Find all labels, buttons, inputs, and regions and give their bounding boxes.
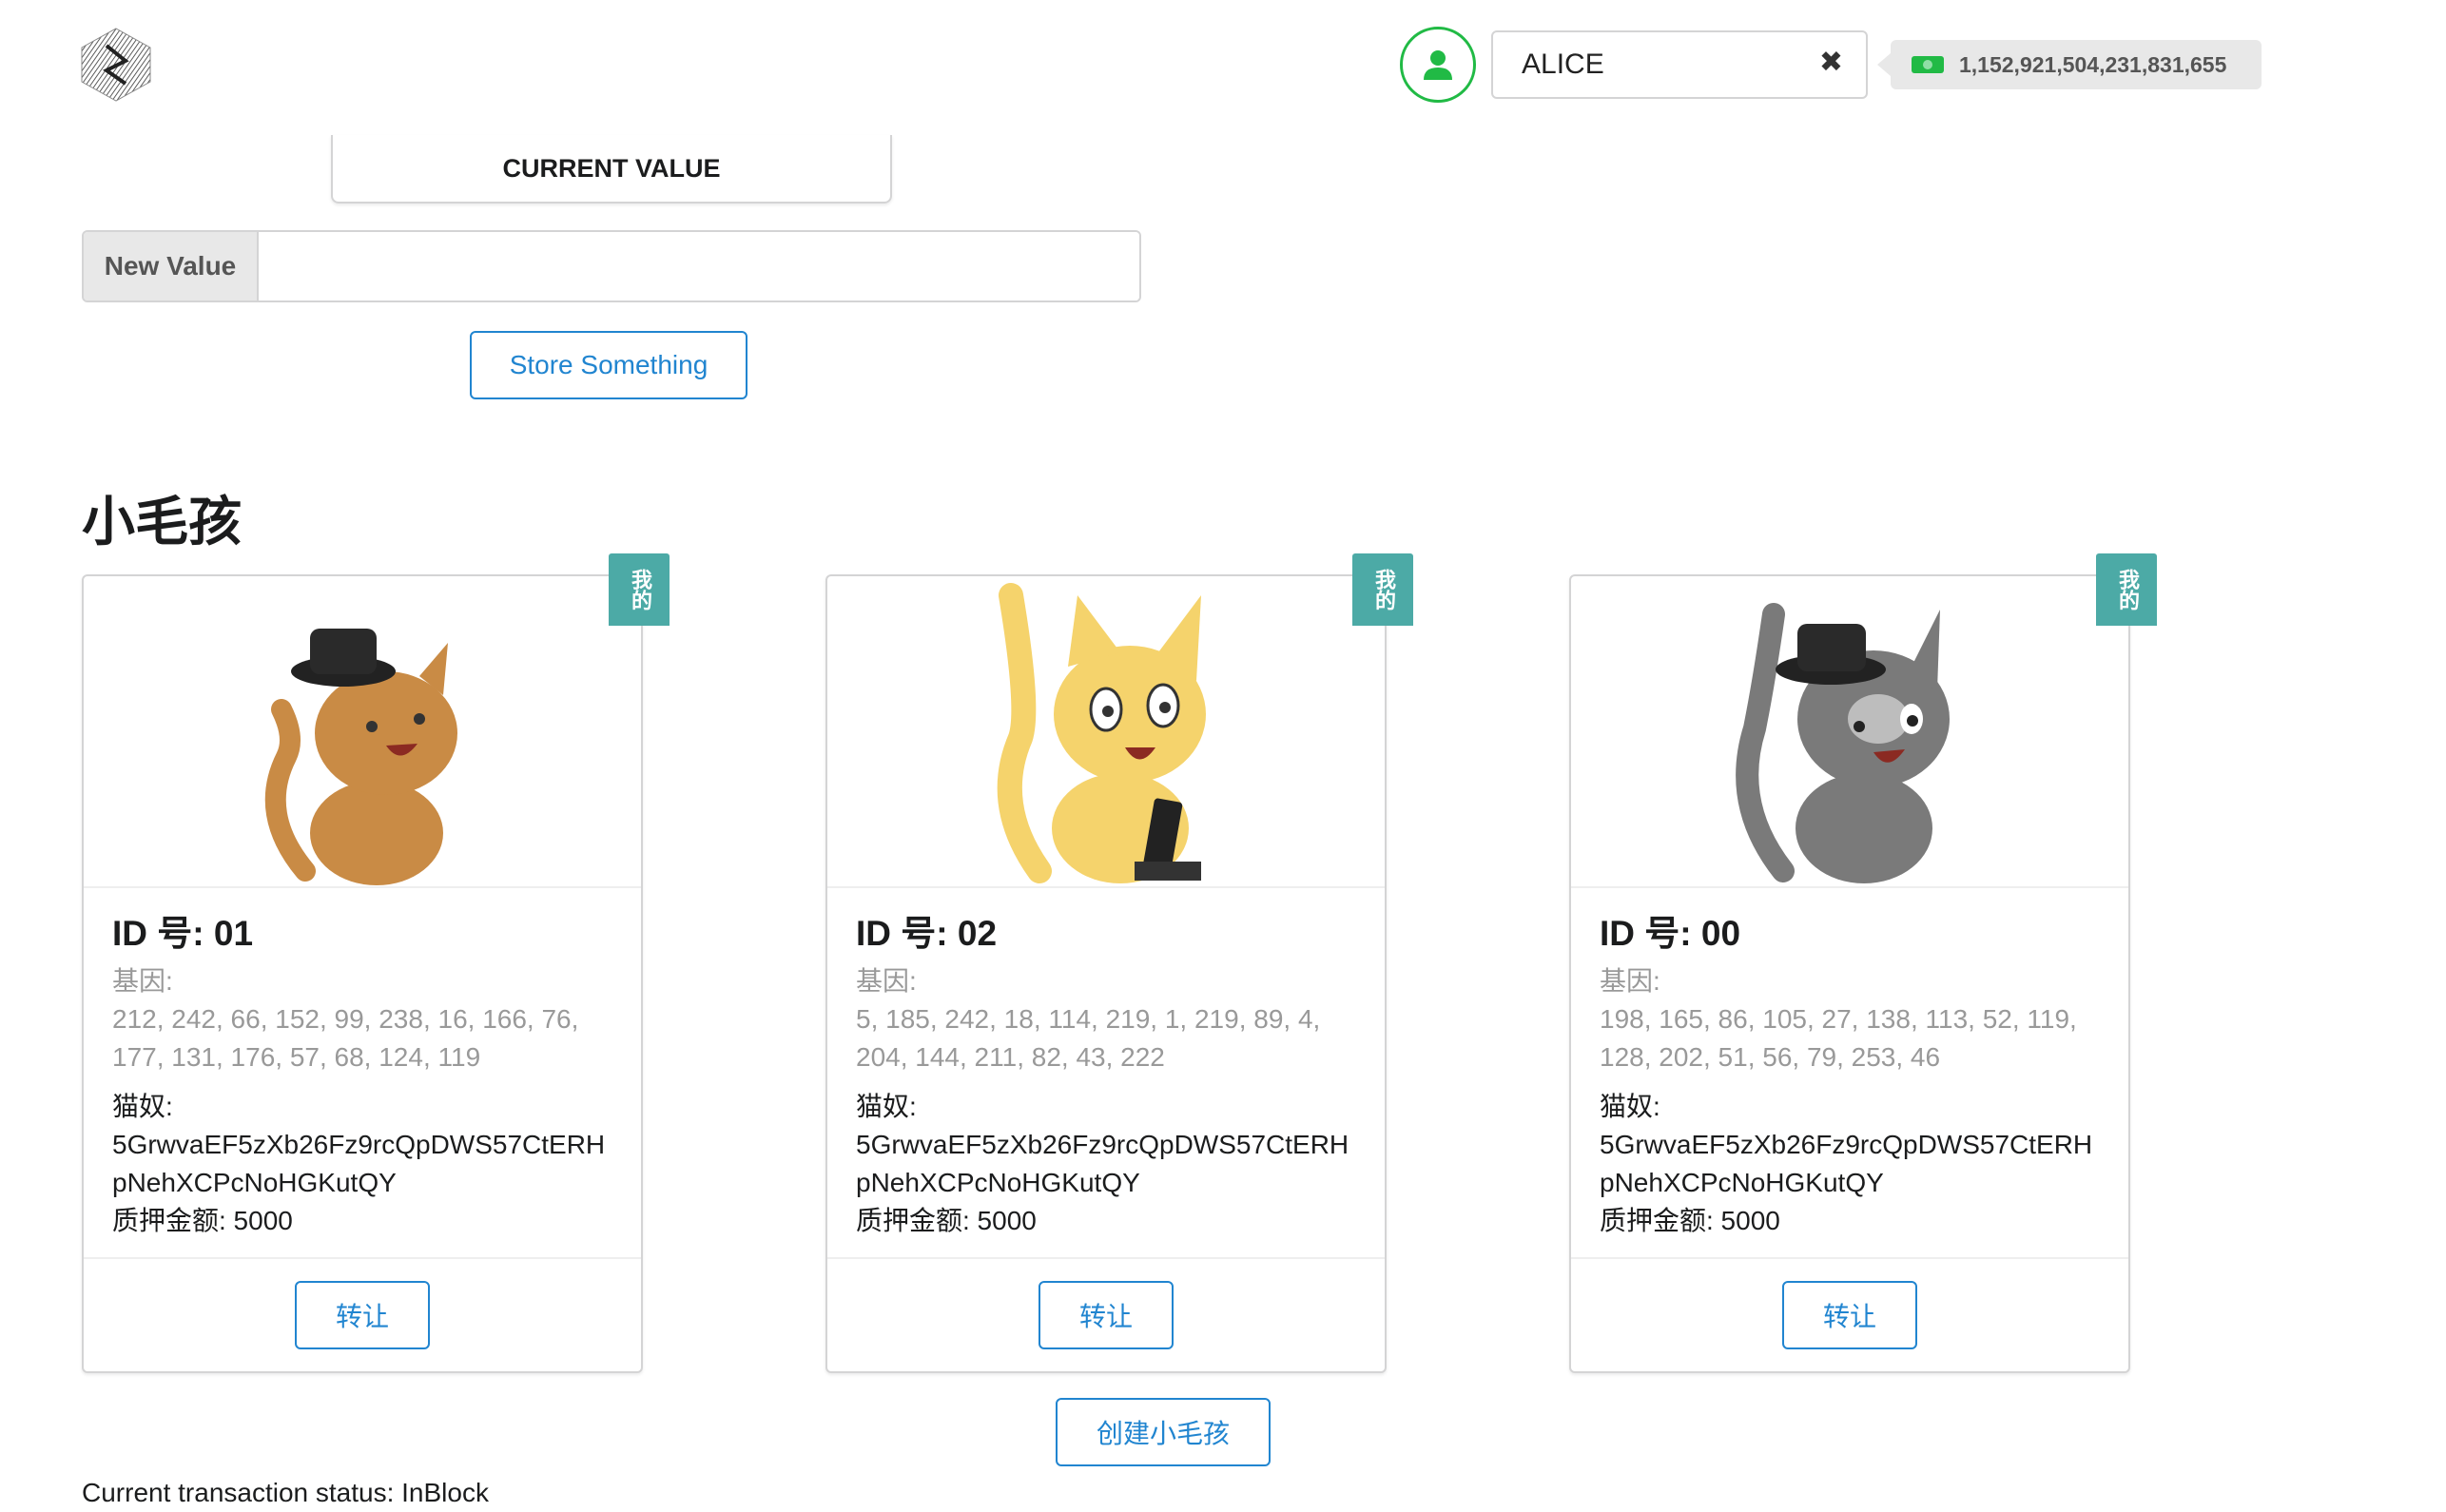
kitty-card: 我的 ID 号: 00 基因: 198, 165, 86, 105, 27, 1… (1569, 553, 2157, 1373)
kitty-genes: 5, 185, 242, 18, 114, 219, 1, 219, 89, 4… (856, 1004, 1321, 1072)
kitty-genes-label: 基因: (1600, 966, 1660, 996)
kitty-image (827, 576, 1385, 888)
close-icon[interactable]: ✖ (1819, 46, 1843, 79)
kitty-card: 我的 ID 号: 01 基因: 212, 242, 66, 152, 99, 2… (82, 553, 670, 1373)
kitty-id: ID 号: 02 (856, 914, 998, 953)
kitty-deposit: 质押金额: 5000 (112, 1206, 293, 1235)
transfer-button[interactable]: 转让 (1039, 1281, 1174, 1349)
kitty-card: 我的 ID 号: 02 基因: 5, 185, 242, 18, 114, 21… (825, 553, 1413, 1373)
user-icon[interactable] (1400, 27, 1476, 103)
kitty-genes-label: 基因: (112, 966, 173, 996)
logo-icon (80, 27, 152, 103)
kitty-owner: 5GrwvaEF5zXb26Fz9rcQpDWS57CtERHpNehXCPcN… (112, 1130, 606, 1197)
create-kitty-button[interactable]: 创建小毛孩 (1056, 1398, 1271, 1466)
transaction-status: Current transaction status: InBlock (82, 1478, 489, 1507)
kitty-owner-label: 猫奴: (1600, 1092, 1660, 1121)
kitty-owner: 5GrwvaEF5zXb26Fz9rcQpDWS57CtERHpNehXCPcN… (856, 1130, 1349, 1197)
kitty-id: ID 号: 00 (1600, 914, 1741, 953)
new-value-field: New Value (82, 230, 1141, 302)
cash-icon (1912, 56, 1944, 73)
kitty-description: 猫奴: 5GrwvaEF5zXb26Fz9rcQpDWS57CtERHpNehX… (856, 1088, 1356, 1240)
balance-value: 1,152,921,504,231,831,655 (1959, 51, 2227, 77)
kitty-genes-label: 基因: (856, 966, 917, 996)
transfer-button[interactable]: 转让 (295, 1281, 430, 1349)
kitty-deposit: 质押金额: 5000 (856, 1206, 1037, 1235)
account-name: ALICE (1522, 48, 1604, 80)
new-value-label: New Value (84, 232, 259, 300)
new-value-input[interactable] (259, 232, 1139, 300)
kitty-genes: 212, 242, 66, 152, 99, 238, 16, 166, 76,… (112, 1004, 579, 1072)
kitty-id: ID 号: 01 (112, 914, 254, 953)
kitty-description: 猫奴: 5GrwvaEF5zXb26Fz9rcQpDWS57CtERHpNehX… (112, 1088, 612, 1240)
kitty-card-body: ID 号: 02 基因: 5, 185, 242, 18, 114, 219, … (856, 903, 1356, 1240)
kitty-genes: 198, 165, 86, 105, 27, 138, 113, 52, 119… (1600, 1004, 2077, 1072)
kitty-card-body: ID 号: 01 基因: 212, 242, 66, 152, 99, 238,… (112, 903, 612, 1240)
kitty-image (84, 576, 641, 888)
current-value-label: CURRENT VALUE (502, 153, 721, 183)
kitty-card-actions: 转让 (1571, 1257, 2128, 1371)
section-title: 小毛孩 (82, 492, 242, 553)
kitty-card-body: ID 号: 00 基因: 198, 165, 86, 105, 27, 138,… (1600, 903, 2100, 1240)
kitty-description: 猫奴: 5GrwvaEF5zXb26Fz9rcQpDWS57CtERHpNehX… (1600, 1088, 2100, 1240)
current-value-card: CURRENT VALUE (331, 135, 892, 204)
account-dropdown[interactable]: ALICE ✖ (1491, 30, 1868, 99)
balance-label: 1,152,921,504,231,831,655 (1877, 40, 2262, 89)
kitty-owner-label: 猫奴: (856, 1092, 917, 1121)
kitty-owner: 5GrwvaEF5zXb26Fz9rcQpDWS57CtERHpNehXCPcN… (1600, 1130, 2093, 1197)
transfer-button[interactable]: 转让 (1782, 1281, 1917, 1349)
kitty-card-actions: 转让 (827, 1257, 1385, 1371)
kitty-deposit: 质押金额: 5000 (1600, 1206, 1780, 1235)
kitty-card-actions: 转让 (84, 1257, 641, 1371)
kitty-image (1571, 576, 2128, 888)
kitty-owner-label: 猫奴: (112, 1092, 173, 1121)
store-something-button[interactable]: Store Something (470, 331, 747, 399)
